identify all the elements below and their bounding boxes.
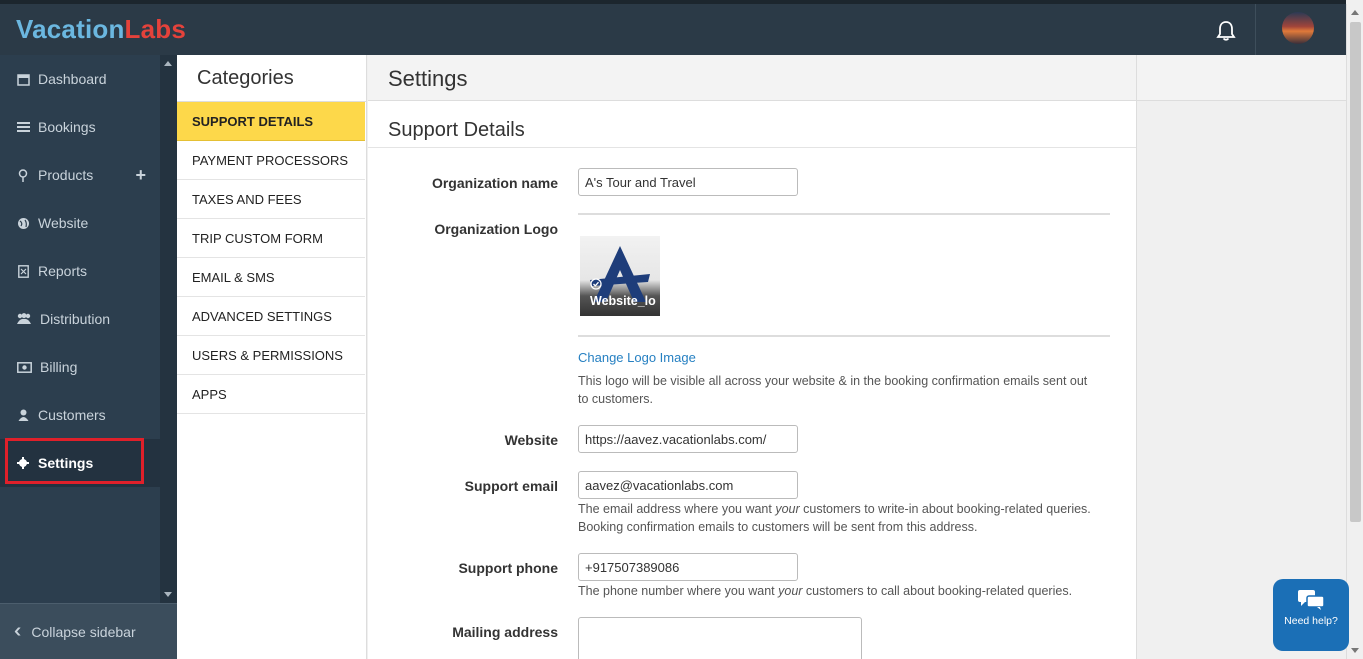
users-icon: [16, 312, 32, 326]
need-help-widget[interactable]: Need help?: [1273, 579, 1349, 651]
phone-help-part2: customers to call about booking-related …: [802, 584, 1073, 598]
change-logo-link[interactable]: Change Logo Image: [578, 350, 696, 365]
calendar-icon: [16, 72, 30, 86]
money-icon: [16, 360, 32, 374]
support-phone-input[interactable]: +917507389086: [578, 553, 798, 581]
brand-name-part2: Labs: [124, 14, 187, 44]
settings-highlight-box: [5, 438, 144, 484]
sidebar-item-label: Reports: [38, 263, 88, 279]
divider: [578, 335, 1110, 337]
section-title: Support Details: [388, 119, 525, 141]
support-details-panel: Support Details Organization name A's To…: [368, 101, 1137, 659]
sidebar-item-products[interactable]: Products +: [0, 151, 160, 199]
logo-help-text: This logo will be visible all across you…: [578, 374, 1088, 406]
org-name-input[interactable]: A's Tour and Travel: [578, 168, 798, 196]
support-phone-label: Support phone: [458, 560, 558, 576]
sidebar-item-label: Distribution: [40, 311, 111, 327]
sidebar-item-label: Website: [38, 215, 89, 231]
sidebar-item-reports[interactable]: Reports: [0, 247, 160, 295]
avatar[interactable]: [1282, 12, 1314, 44]
category-email-sms[interactable]: EMAIL & SMS: [177, 258, 365, 297]
categories-title: Categories: [197, 67, 294, 89]
brand-logo[interactable]: VacationLabs: [16, 14, 186, 45]
bell-icon[interactable]: [1215, 20, 1237, 42]
website-label: Website: [504, 432, 558, 448]
email-help-emphasis: your: [775, 502, 800, 516]
scroll-up-arrow-icon[interactable]: [1351, 10, 1359, 15]
category-payment-processors[interactable]: PAYMENT PROCESSORS: [177, 141, 365, 180]
sidebar-item-billing[interactable]: Billing: [0, 343, 160, 391]
sidebar-item-dashboard[interactable]: Dashboard: [0, 55, 160, 103]
phone-help-text: The phone number where you want your cus…: [578, 582, 1098, 600]
double-chevron-left-icon: ‹‹: [14, 620, 23, 642]
sidebar-item-website[interactable]: Website: [0, 199, 160, 247]
check-circle-icon: [590, 278, 602, 290]
scroll-up-arrow-icon[interactable]: [164, 61, 172, 66]
need-help-label: Need help?: [1284, 615, 1338, 627]
scroll-down-arrow-icon[interactable]: [1351, 648, 1359, 653]
brand-name-part1: Vacation: [16, 14, 125, 44]
sidebar-scrollbar[interactable]: [160, 55, 177, 603]
support-email-label: Support email: [464, 478, 558, 494]
top-header: VacationLabs: [0, 0, 1346, 55]
category-support-details[interactable]: SUPPORT DETAILS: [177, 102, 365, 141]
chat-bubbles-icon: [1298, 590, 1325, 610]
email-help-part1: The email address where you want: [578, 502, 776, 516]
mailing-address-label: Mailing address: [452, 624, 558, 640]
page-scrollbar[interactable]: [1346, 4, 1363, 659]
list-icon: [16, 120, 30, 134]
sidebar-item-label: Bookings: [38, 119, 96, 135]
org-logo-label: Organization Logo: [434, 221, 558, 237]
header-divider: [1255, 4, 1256, 55]
email-help-text: The email address where you want your cu…: [578, 500, 1098, 536]
divider: [578, 213, 1110, 215]
phone-help-part1: The phone number where you want: [578, 584, 779, 598]
category-taxes-and-fees[interactable]: TAXES AND FEES: [177, 180, 365, 219]
collapse-sidebar-button[interactable]: ‹‹ Collapse sidebar: [0, 603, 177, 659]
organization-logo-image[interactable]: Website_lo: [580, 236, 660, 316]
sidebar: Dashboard Bookings Products + Website Re…: [0, 55, 160, 603]
sidebar-item-label: Products: [38, 167, 94, 183]
mailing-address-textarea[interactable]: [578, 617, 862, 659]
sidebar-item-bookings[interactable]: Bookings: [0, 103, 160, 151]
add-product-icon[interactable]: +: [135, 165, 146, 186]
scrollbar-thumb[interactable]: [1350, 22, 1361, 522]
right-header-blank: [1137, 55, 1346, 101]
sidebar-item-customers[interactable]: Customers: [0, 391, 160, 439]
category-apps[interactable]: APPS: [177, 375, 365, 414]
sidebar-item-label: Dashboard: [38, 71, 107, 87]
report-icon: [16, 264, 30, 278]
categories-panel: Categories SUPPORT DETAILS PAYMENT PROCE…: [177, 55, 367, 659]
divider: [368, 147, 1136, 148]
sidebar-item-distribution[interactable]: Distribution: [0, 295, 160, 343]
sidebar-item-label: Billing: [40, 359, 78, 375]
sidebar-item-label: Customers: [38, 407, 106, 423]
website-input[interactable]: https://aavez.vacationlabs.com/: [578, 425, 798, 453]
org-name-label: Organization name: [431, 175, 558, 191]
support-email-input[interactable]: aavez@vacationlabs.com: [578, 471, 798, 499]
settings-header: Settings: [368, 55, 1137, 101]
category-users-permissions[interactable]: USERS & PERMISSIONS: [177, 336, 365, 375]
phone-help-emphasis: your: [778, 584, 803, 598]
globe-icon: [16, 216, 30, 230]
user-icon: [16, 408, 30, 422]
map-pin-icon: [16, 168, 30, 182]
category-trip-custom-form[interactable]: TRIP CUSTOM FORM: [177, 219, 365, 258]
category-advanced-settings[interactable]: ADVANCED SETTINGS: [177, 297, 365, 336]
scroll-down-arrow-icon[interactable]: [164, 592, 172, 597]
collapse-sidebar-label: Collapse sidebar: [31, 623, 136, 640]
logo-filename: Website_lo: [590, 294, 656, 308]
page-title: Settings: [388, 66, 468, 91]
